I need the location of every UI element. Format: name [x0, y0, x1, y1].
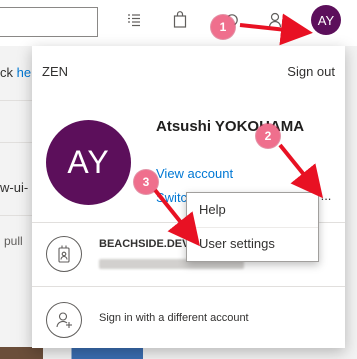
arrow-2	[278, 143, 324, 199]
annotation-arrows	[153, 13, 324, 247]
arrow-3	[153, 188, 200, 247]
callout-badge-1: 1	[211, 15, 235, 39]
callout-badge-2: 2	[256, 124, 280, 148]
arrow-1	[239, 13, 313, 46]
callout-badge-3: 3	[134, 170, 158, 194]
